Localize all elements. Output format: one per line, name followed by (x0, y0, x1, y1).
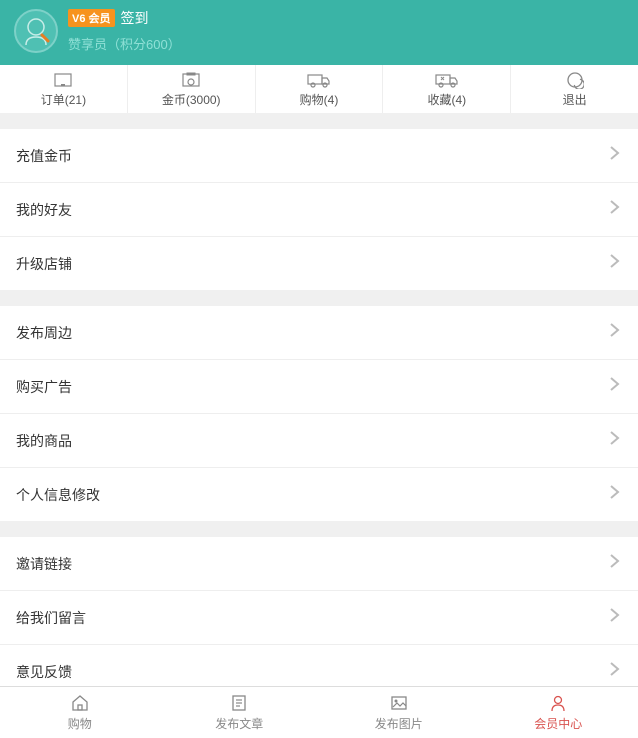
menu-buy-ad-label: 购买广告 (16, 377, 72, 397)
nav-image[interactable]: 发布图片 (319, 687, 479, 738)
nav-image-label: 发布图片 (375, 715, 423, 732)
stat-logout-label: 退出 (563, 91, 587, 108)
signin-link[interactable]: 签到 (121, 8, 149, 28)
stat-orders-label: 订单(21) (41, 91, 86, 108)
menu-publish-around[interactable]: 发布周边 (0, 306, 638, 360)
stat-coins-label: 金币(3000) (162, 91, 221, 108)
menu-message[interactable]: 给我们留言 (0, 591, 638, 645)
nav-article-icon (231, 693, 247, 713)
chevron-right-icon (608, 143, 622, 168)
menu-edit-profile-label: 个人信息修改 (16, 485, 100, 505)
stat-shopping[interactable]: 购物(4) (256, 65, 384, 113)
menu-upgrade-shop-label: 升级店铺 (16, 254, 72, 274)
vip-badge: V6 会员 (68, 9, 115, 27)
menu-my-goods-label: 我的商品 (16, 431, 72, 451)
nav-member-label: 会员中心 (534, 715, 582, 732)
stat-fav[interactable]: 收藏(4) (383, 65, 511, 113)
menu-group-0: 充值金币 我的好友 升级店铺 (0, 129, 638, 290)
nav-article-label: 发布文章 (215, 715, 263, 732)
menu-group-1: 发布周边 购买广告 我的商品 个人信息修改 (0, 306, 638, 521)
stat-orders[interactable]: 订单(21) (0, 65, 128, 113)
menu-upgrade-shop[interactable]: 升级店铺 (0, 237, 638, 290)
avatar-icon (18, 13, 54, 49)
nav-shopping[interactable]: 购物 (0, 687, 160, 738)
stat-shopping-icon (307, 71, 331, 89)
menu-friends-label: 我的好友 (16, 200, 72, 220)
chevron-right-icon (608, 320, 622, 345)
menu-invite[interactable]: 邀请链接 (0, 537, 638, 591)
chevron-right-icon (608, 551, 622, 576)
menu-feedback-label: 意见反馈 (16, 662, 72, 682)
nav-article[interactable]: 发布文章 (160, 687, 320, 738)
chevron-right-icon (608, 428, 622, 453)
bottom-nav: 购物 发布文章 发布图片 会员中心 (0, 686, 638, 738)
stat-logout-icon (566, 71, 584, 89)
stat-coins-icon (181, 71, 201, 89)
menu-group-2: 邀请链接 给我们留言 意见反馈 帮助中心 (0, 537, 638, 686)
chevron-right-icon (608, 659, 622, 684)
nav-image-icon (390, 693, 408, 713)
menu-invite-label: 邀请链接 (16, 554, 72, 574)
chevron-right-icon (608, 374, 622, 399)
menu-recharge-label: 充值金币 (16, 146, 72, 166)
menu-recharge[interactable]: 充值金币 (0, 129, 638, 183)
nav-shopping-icon (70, 693, 90, 713)
stat-logout[interactable]: 退出 (511, 65, 638, 113)
menu-friends[interactable]: 我的好友 (0, 183, 638, 237)
stat-fav-icon (435, 71, 459, 89)
points-text: 赞享员（积分600） (68, 34, 181, 53)
nav-shopping-label: 购物 (68, 715, 92, 732)
header: V6 会员 签到 赞享员（积分600） (0, 0, 638, 65)
chevron-right-icon (608, 605, 622, 630)
menu-publish-around-label: 发布周边 (16, 323, 72, 343)
nav-member-icon (550, 693, 566, 713)
avatar[interactable] (14, 9, 58, 53)
stat-fav-label: 收藏(4) (427, 91, 466, 108)
chevron-right-icon (608, 251, 622, 276)
nav-member[interactable]: 会员中心 (479, 687, 638, 738)
menu-edit-profile[interactable]: 个人信息修改 (0, 468, 638, 521)
stat-orders-icon (53, 71, 73, 89)
menu-my-goods[interactable]: 我的商品 (0, 414, 638, 468)
chevron-right-icon (608, 482, 622, 507)
menu-message-label: 给我们留言 (16, 608, 86, 628)
stats-row: 订单(21) 金币(3000) 购物(4) 收藏(4) 退出 (0, 65, 638, 113)
menu-feedback[interactable]: 意见反馈 (0, 645, 638, 686)
stat-coins[interactable]: 金币(3000) (128, 65, 256, 113)
chevron-right-icon (608, 197, 622, 222)
stat-shopping-label: 购物(4) (300, 91, 339, 108)
menu-buy-ad[interactable]: 购买广告 (0, 360, 638, 414)
